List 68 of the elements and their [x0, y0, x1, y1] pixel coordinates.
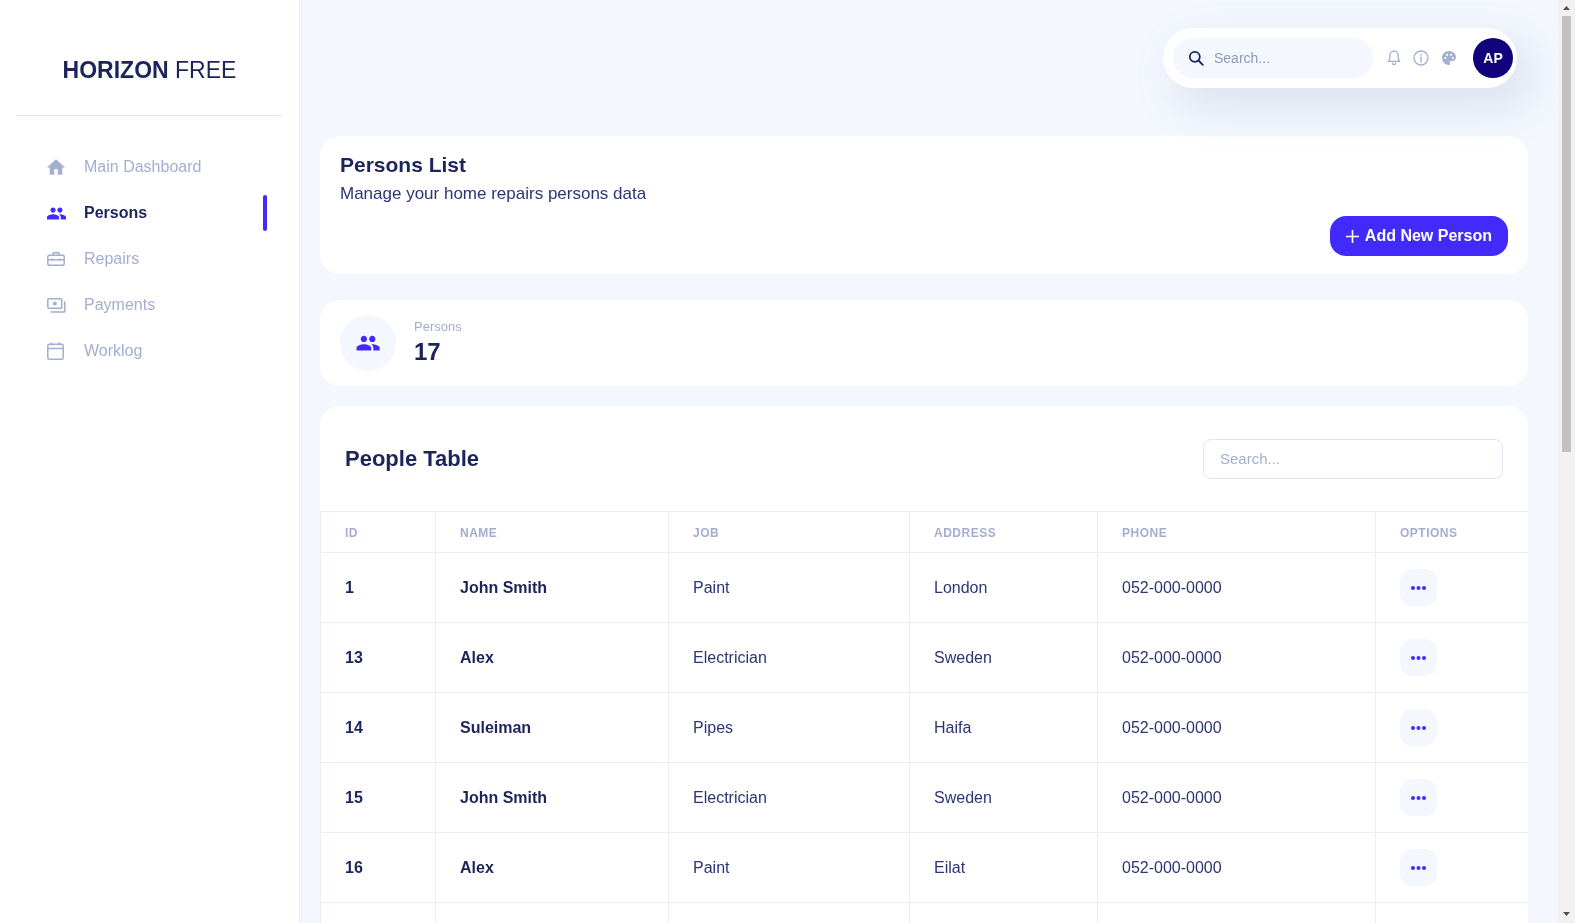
table-cell: 052-000-0000 — [1122, 578, 1222, 596]
dots-icon — [1411, 655, 1426, 660]
sidebar-item[interactable]: Payments — [47, 293, 156, 317]
table-cell: Paint — [693, 578, 730, 596]
plus-icon — [1345, 229, 1359, 243]
table-title: People Table — [345, 445, 480, 473]
money-icon — [47, 297, 66, 313]
sidebar-item[interactable]: Main Dashboard — [47, 155, 202, 179]
table-cell: Suleiman — [460, 718, 532, 736]
column-header: JOB — [693, 526, 720, 540]
table-cell: John Smith — [460, 578, 548, 596]
table-cell: John Smith — [460, 788, 548, 806]
calendar-icon — [47, 342, 64, 360]
table-cell: Electrician — [693, 788, 767, 806]
table-cell: Alex — [460, 858, 494, 876]
toolbox-icon — [47, 252, 65, 266]
table-cell: 052-000-0000 — [1122, 788, 1222, 806]
column-header: ADDRESS — [934, 526, 997, 540]
page-title: Persons List — [340, 152, 467, 178]
table-cell: 052-000-0000 — [1122, 718, 1222, 736]
active-indicator — [263, 195, 267, 231]
table-cell: Haifa — [934, 718, 972, 736]
sidebar-item[interactable]: Repairs — [47, 247, 140, 271]
table-cell: Eilat — [934, 858, 966, 876]
sidebar-item[interactable]: Worklog — [47, 339, 143, 363]
search-icon — [1188, 50, 1204, 66]
options-button[interactable] — [1400, 849, 1437, 886]
table-search-field[interactable]: Search... — [1203, 438, 1503, 479]
page-subtitle: Manage your home repairs persons data — [340, 183, 647, 205]
dots-icon — [1411, 725, 1426, 730]
scrollbar-thumb[interactable] — [1562, 16, 1571, 452]
column-header: OPTIONS — [1400, 526, 1458, 540]
table-cell: Electrician — [693, 648, 767, 666]
add-person-button[interactable]: Add New Person — [1329, 216, 1508, 256]
people-icon — [340, 315, 396, 371]
dots-icon — [1411, 795, 1426, 800]
column-header: PHONE — [1122, 526, 1168, 540]
avatar[interactable]: AP — [1473, 38, 1513, 78]
table-cell: Sweden — [934, 788, 992, 806]
search-field[interactable]: Search... — [1173, 38, 1373, 78]
column-header: NAME — [460, 526, 498, 540]
table-cell: 15 — [345, 788, 363, 806]
sidebar-item[interactable]: Persons — [47, 201, 148, 225]
table-cell: London — [934, 578, 988, 596]
table-cell: Paint — [693, 858, 730, 876]
dots-icon — [1411, 865, 1426, 870]
brand-logo: HORIZON FREE — [62, 59, 237, 82]
arrow-down-icon[interactable] — [1563, 912, 1570, 916]
table-cell: 052-000-0000 — [1122, 858, 1222, 876]
home-icon — [47, 159, 65, 175]
table-cell: 14 — [345, 718, 363, 736]
column-header: ID — [345, 526, 358, 540]
options-button[interactable] — [1400, 569, 1437, 606]
options-button[interactable] — [1400, 779, 1437, 816]
stat-value: 17 — [414, 337, 441, 367]
table-cell: Pipes — [693, 718, 734, 736]
dots-icon — [1411, 585, 1426, 590]
arrow-up-icon[interactable] — [1563, 6, 1570, 10]
options-button[interactable] — [1400, 709, 1437, 746]
options-button[interactable] — [1400, 639, 1437, 676]
table-cell: 13 — [345, 648, 363, 666]
table-cell: 16 — [345, 858, 363, 876]
people-icon — [47, 206, 66, 220]
stat-label: Persons — [414, 319, 462, 335]
table-cell: 052-000-0000 — [1122, 648, 1222, 666]
table-cell: Sweden — [934, 648, 992, 666]
table-cell: Alex — [460, 648, 494, 666]
table-cell: 1 — [345, 578, 354, 596]
